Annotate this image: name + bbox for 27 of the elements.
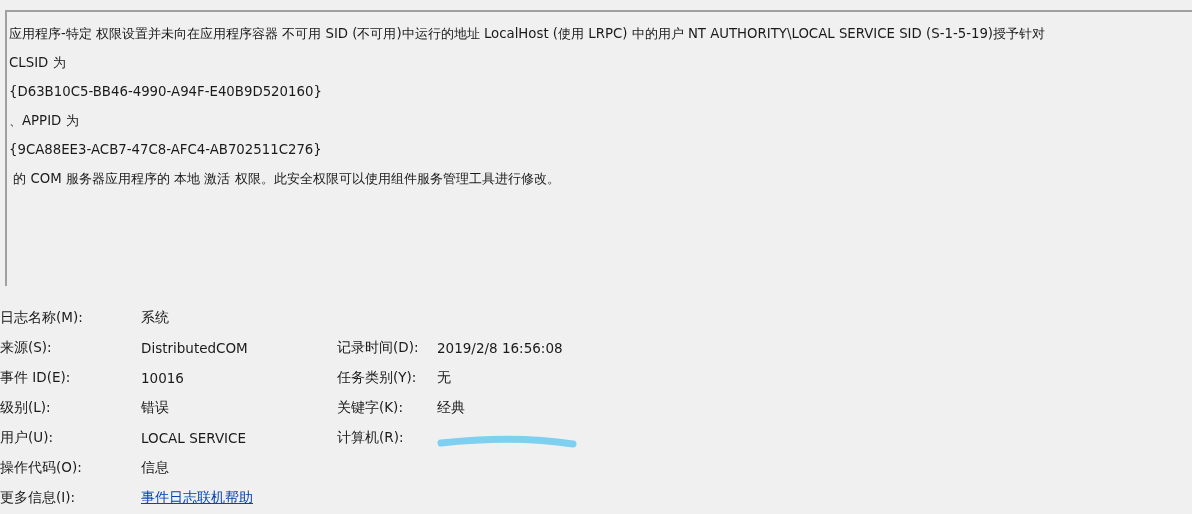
field-label: 日志名称(M):: [0, 309, 84, 327]
help-link[interactable]: 事件日志联机帮助: [141, 489, 253, 507]
field-value: LOCAL SERVICE: [141, 430, 248, 446]
field-value: 无: [437, 369, 452, 387]
field-label: 操作代码(O):: [0, 459, 83, 477]
field-value: 错误: [141, 399, 170, 417]
description-text: 应用程序-特定 权限设置并未向在应用程序容器 不可用 SID (不可用)中运行的地址 LocalHost (使用 LRPC) 中的用户 NT AUTHORITY\LOCAL SERVICE SID (S-1-5-19)授予针对: [9, 25, 1047, 43]
description-text: 、APPID 为: [9, 112, 80, 130]
field-value: 10016: [141, 370, 185, 386]
field-value: 2019/2/8 16:56:08: [437, 340, 564, 356]
field-label: 记录时间(D):: [337, 339, 420, 357]
field-label: 事件 ID(E):: [0, 369, 72, 387]
description-text: {D63B10C5-BB46-4990-A94F-E40B9D520160}: [9, 83, 323, 101]
field-label: 级别(L):: [0, 399, 52, 417]
field-value: 系统: [141, 309, 170, 327]
field-value: DistributedCOM: [141, 340, 249, 356]
field-label: 计算机(R):: [337, 429, 405, 447]
field-label: 用户(U):: [0, 429, 54, 447]
field-value: 经典: [437, 399, 466, 417]
field-label: 更多信息(I):: [0, 489, 77, 507]
description-text: 的 COM 服务器应用程序的 本地 激活 权限。此安全权限可以使用组件服务管理工具进行修改。: [12, 170, 561, 188]
field-value: 信息: [141, 459, 170, 477]
description-text: {9CA88EE3-ACB7-47C8-AFC4-AB702511C276}: [9, 141, 323, 159]
field-label: 来源(S):: [0, 339, 53, 357]
field-label: 关键字(K):: [337, 399, 404, 417]
field-label: 任务类别(Y):: [337, 369, 418, 387]
description-text: CLSID 为: [9, 54, 67, 72]
